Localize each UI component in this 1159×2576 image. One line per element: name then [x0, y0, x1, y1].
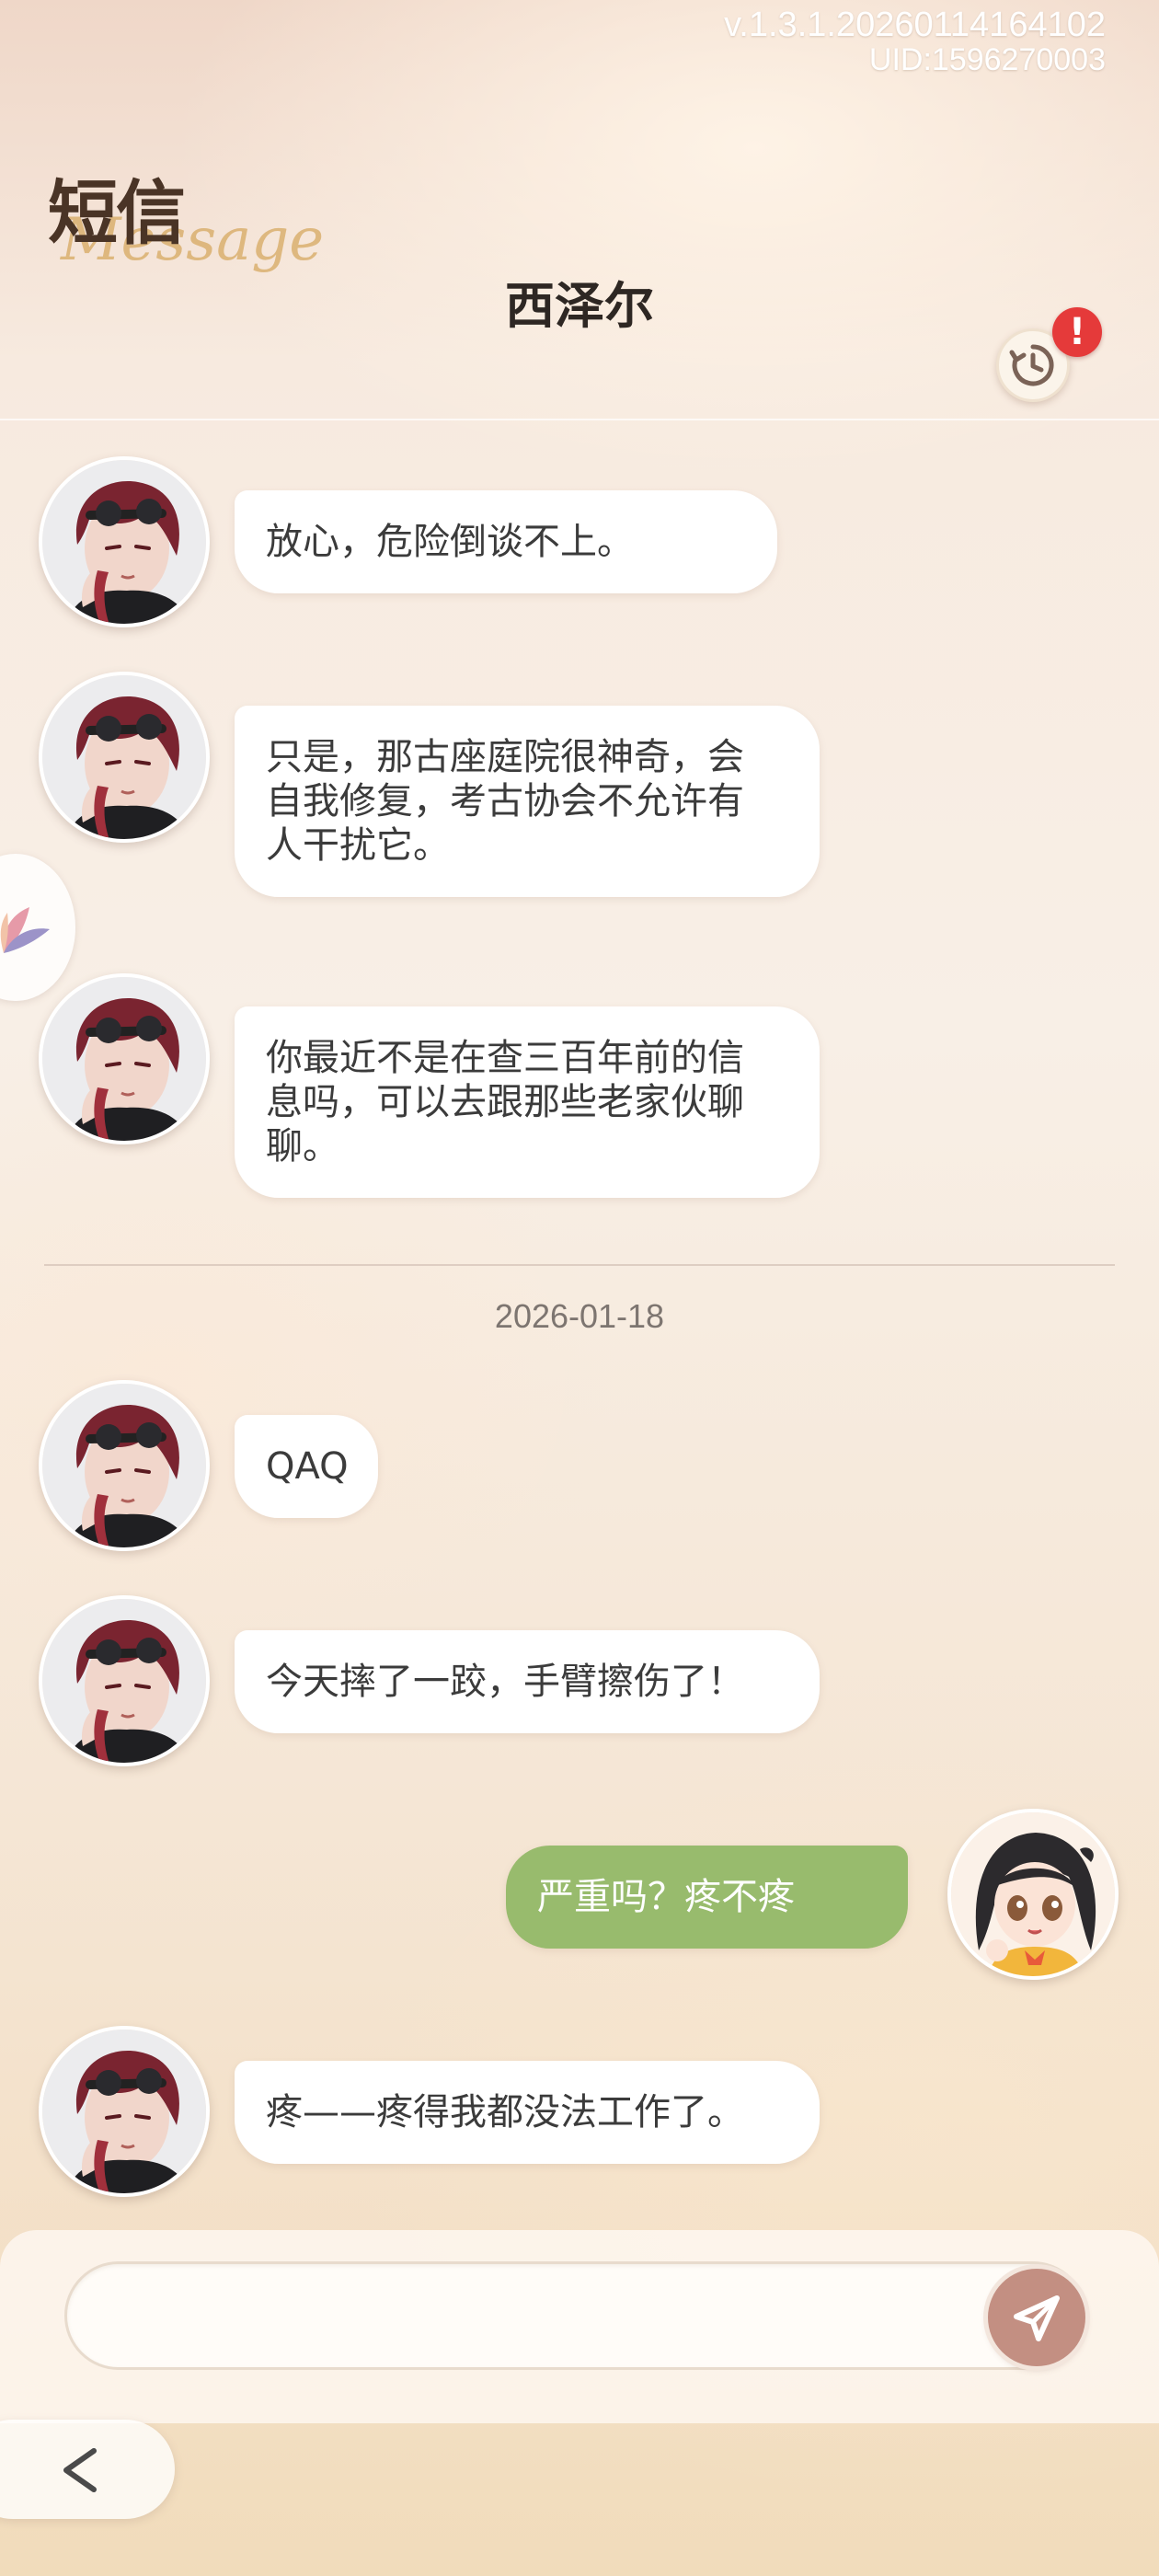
message-bubble: 今天摔了一跤，手臂擦伤了！ — [235, 1630, 820, 1733]
contact-avatar[interactable] — [39, 1380, 210, 1551]
my-message-bubble: 严重吗？疼不疼 — [506, 1846, 908, 1949]
contact-name: 西泽尔 — [505, 276, 654, 335]
alert-badge: ! — [1052, 307, 1102, 357]
contact-avatar[interactable] — [39, 1595, 210, 1766]
petal-fan-icon — [0, 907, 50, 953]
message-input[interactable] — [64, 2261, 1087, 2370]
chat-header: Message 短信 西泽尔 ! — [0, 0, 1159, 420]
back-button[interactable] — [0, 2420, 175, 2519]
date-divider-label: 2026-01-18 — [494, 1297, 665, 1335]
date-divider-line — [44, 1264, 1115, 1266]
message-bubble: 放心，危险倒谈不上。 — [235, 490, 777, 593]
side-drawer-handle[interactable] — [0, 854, 75, 1001]
message-bubble: 你最近不是在查三百年前的信 息吗，可以去跟那些老家伙聊 聊。 — [235, 1006, 820, 1198]
app-logo-title: 短信 — [48, 172, 186, 254]
clock-history-icon — [1009, 344, 1054, 386]
paper-plane-icon — [1014, 2295, 1060, 2341]
message-screen: v.1.3.1.20260114164102 UID:1596270003 Me… — [0, 0, 1159, 2576]
my-avatar[interactable] — [947, 1809, 1119, 1980]
message-bubble: 疼——疼得我都没法工作了。 — [235, 2061, 820, 2164]
send-button[interactable] — [988, 2269, 1085, 2366]
composer-bar — [0, 2230, 1159, 2423]
message-bubble: 只是，那古座庭院很神奇，会 自我修复，考古协会不允许有 人干扰它。 — [235, 706, 820, 897]
contact-avatar[interactable] — [39, 672, 210, 843]
contact-avatar[interactable] — [39, 456, 210, 627]
contact-avatar[interactable] — [39, 973, 210, 1144]
chevron-left-icon — [63, 2448, 97, 2492]
message-bubble: QAQ — [235, 1415, 378, 1518]
contact-avatar[interactable] — [39, 2026, 210, 2197]
